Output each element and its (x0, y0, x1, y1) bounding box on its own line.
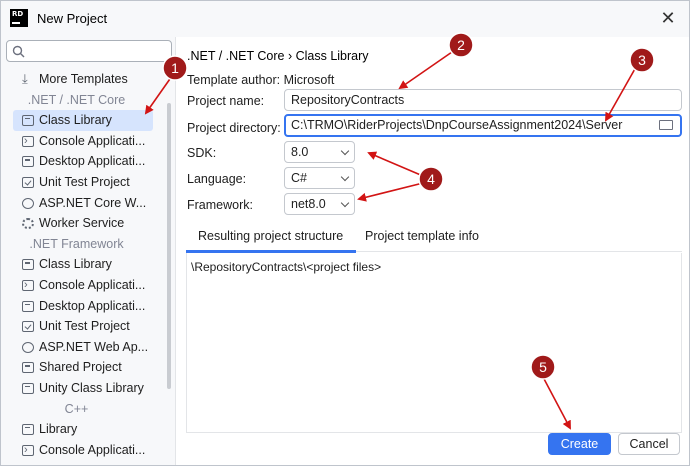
rider-logo-icon: RD (10, 9, 28, 27)
chevron-down-icon (340, 198, 350, 208)
language-value: C# (291, 171, 307, 185)
sdk-value: 8.0 (291, 145, 309, 159)
console-icon (22, 440, 34, 460)
sidebar-item-label: Desktop Applicati... (39, 298, 146, 313)
sidebar-item-console-application[interactable]: Console Applicati... (1, 131, 166, 151)
language-label: Language: (187, 172, 247, 186)
sidebar-item-fw-unity-class-library[interactable]: Unity Class Library (1, 378, 166, 399)
framework-value: net8.0 (291, 197, 326, 211)
framework-label: Framework: (187, 198, 253, 212)
sidebar-item-desktop-application[interactable]: Desktop Applicati... (1, 151, 166, 172)
sidebar-item-fw-unit-test-project[interactable]: Unit Test Project (1, 316, 166, 337)
sidebar-item-label: Library (39, 422, 78, 437)
window-title: New Project (37, 11, 108, 26)
sidebar-item-label: Class Library (39, 257, 112, 272)
tab-project-template-info[interactable]: Project template info (365, 229, 479, 243)
sidebar-item-cpp-console-application[interactable]: Console Applicati... (1, 440, 166, 460)
project-structure-preview: \RepositoryContracts\<project files> (186, 253, 682, 433)
sidebar-item-fw-shared-project[interactable]: Shared Project (1, 357, 166, 378)
project-directory-label: Project directory: (187, 121, 281, 135)
desktop-icon (22, 300, 34, 312)
sidebar-item-worker-service[interactable]: Worker Service (1, 213, 166, 234)
sidebar-item-fw-aspnet-web-app[interactable]: ASP.NET Web Ap... (1, 337, 166, 358)
project-name-field[interactable]: RepositoryContracts (284, 89, 682, 111)
desktop-icon (22, 156, 34, 168)
language-dropdown[interactable]: C# (284, 167, 355, 189)
close-icon[interactable]: ✕ (657, 7, 679, 29)
sidebar-item-unit-test-project[interactable]: Unit Test Project (1, 172, 166, 193)
sidebar-item-label: Unit Test Project (39, 319, 130, 334)
sidebar-item-aspnet-core[interactable]: ASP.NET Core W... (1, 193, 166, 214)
cancel-button[interactable]: Cancel (618, 433, 680, 455)
project-directory-field[interactable]: C:\TRMO\RiderProjects\DnpCourseAssignmen… (284, 114, 682, 137)
unit-test-icon (22, 176, 34, 188)
group-header-dotnet-framework: .NET Framework (29, 236, 124, 251)
chevron-down-icon (340, 172, 350, 182)
tab-resulting-project-structure[interactable]: Resulting project structure (185, 229, 357, 253)
gear-icon (22, 218, 34, 230)
console-icon (22, 275, 34, 296)
sidebar-item-more-templates[interactable]: More Templates (1, 69, 166, 90)
search-icon (12, 45, 25, 58)
sidebar-item-class-library[interactable]: Class Library (13, 110, 153, 131)
sidebar-item-label: Shared Project (39, 360, 122, 375)
template-author-row: Template author: Microsoft (187, 73, 334, 87)
class-library-icon (22, 259, 34, 271)
sidebar-item-label: Worker Service (39, 216, 125, 231)
structure-path: \RepositoryContracts\<project files> (191, 260, 382, 274)
sidebar-item-label: Console Applicati... (39, 442, 146, 457)
sidebar-scrollbar[interactable] (167, 103, 171, 389)
template-search-input[interactable] (6, 40, 172, 62)
sidebar-item-label: Unity Class Library (39, 380, 144, 395)
sidebar-item-label: Desktop Applicati... (39, 154, 146, 169)
template-list: More Templates .NET / .NET Core Class Li… (1, 69, 166, 460)
sidebar-item-label: Console Applicati... (39, 133, 146, 148)
sidebar-item-label: ASP.NET Core W... (39, 195, 147, 210)
group-header-cpp: C++ (64, 401, 89, 416)
create-button[interactable]: Create (548, 433, 611, 455)
download-icon (22, 69, 34, 90)
sdk-dropdown[interactable]: 8.0 (284, 141, 355, 163)
sidebar-item-label: Unit Test Project (39, 174, 130, 189)
class-library-icon (22, 115, 34, 127)
sidebar-item-label: Console Applicati... (39, 277, 146, 292)
template-sidebar: More Templates .NET / .NET Core Class Li… (1, 37, 176, 465)
group-header-dotnet-core: .NET / .NET Core (27, 92, 126, 107)
folder-browse-icon[interactable] (659, 120, 673, 130)
template-author-value: Microsoft (283, 73, 335, 87)
globe-icon (22, 197, 34, 209)
unity-icon (22, 382, 34, 394)
unit-test-icon (22, 321, 34, 333)
sidebar-item-fw-class-library[interactable]: Class Library (1, 254, 166, 275)
sidebar-item-label: ASP.NET Web Ap... (39, 339, 149, 354)
result-tabs: Resulting project structure Project temp… (185, 222, 682, 253)
template-author-label: Template author: (187, 73, 281, 87)
sdk-label: SDK: (187, 146, 217, 160)
globe-icon (22, 341, 34, 353)
breadcrumb: .NET / .NET Core › Class Library (187, 49, 369, 63)
sidebar-item-fw-console-application[interactable]: Console Applicati... (1, 275, 166, 296)
title-bar: RD New Project ✕ (1, 1, 689, 37)
chevron-down-icon (340, 146, 350, 156)
sidebar-item-cpp-library[interactable]: Library (1, 419, 166, 440)
shared-icon (22, 362, 34, 374)
project-settings-panel: .NET / .NET Core › Class Library Templat… (177, 37, 689, 465)
sidebar-item-label: More Templates (39, 72, 128, 86)
class-library-icon (22, 424, 34, 436)
framework-dropdown[interactable]: net8.0 (284, 193, 355, 215)
new-project-window: RD New Project ✕ More Templates .NET / .… (0, 0, 690, 466)
project-name-label: Project name: (187, 94, 265, 108)
sidebar-item-fw-desktop-application[interactable]: Desktop Applicati... (1, 296, 166, 317)
console-icon (22, 131, 34, 151)
project-directory-value: C:\TRMO\RiderProjects\DnpCourseAssignmen… (291, 118, 623, 132)
sidebar-item-label: Class Library (39, 113, 112, 128)
